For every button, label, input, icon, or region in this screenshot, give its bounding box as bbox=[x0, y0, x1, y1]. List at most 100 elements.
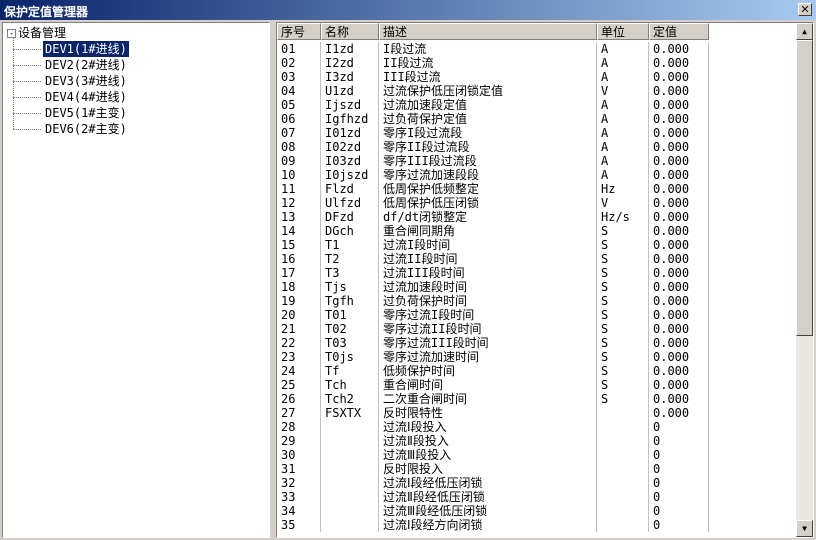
table-row[interactable]: 33 过流Ⅱ段经低压闭锁 0 bbox=[277, 490, 797, 504]
table-row[interactable]: 14 DGch 重合闸同期角 S 0.000 bbox=[277, 224, 797, 238]
tree-connector bbox=[13, 37, 14, 129]
settings-table[interactable]: ▲ ▼ 序号 名称 描述 单位 定值 01 I1zd I段过流 A 0.000 02 I2zd II段过… bbox=[276, 22, 814, 538]
table-row[interactable]: 25 Tch 重合闸时间 S 0.000 bbox=[277, 378, 797, 392]
cell-index: 16 bbox=[277, 252, 321, 266]
cell-description: 低周保护低压闭锁 bbox=[379, 196, 597, 210]
vertical-scrollbar[interactable]: ▲ ▼ bbox=[796, 23, 813, 537]
table-row[interactable]: 11 Flzd 低周保护低频整定 Hz 0.000 bbox=[277, 182, 797, 196]
cell-value: 0.000 bbox=[649, 196, 709, 210]
cell-name bbox=[321, 518, 379, 532]
title-bar[interactable]: 保护定值管理器 ✕ bbox=[0, 0, 816, 20]
scroll-thumb[interactable] bbox=[796, 40, 813, 336]
header-index[interactable]: 序号 bbox=[277, 23, 321, 40]
cell-index: 15 bbox=[277, 238, 321, 252]
table-row[interactable]: 17 T3 过流III段时间 S 0.000 bbox=[277, 266, 797, 280]
table-row[interactable]: 32 过流Ⅰ段经低压闭锁 0 bbox=[277, 476, 797, 490]
cell-unit: A bbox=[597, 112, 649, 126]
tree-item-dev5[interactable]: DEV5(1#主变) bbox=[43, 105, 129, 121]
scroll-up-icon[interactable]: ▲ bbox=[796, 23, 813, 40]
cell-unit: Hz/s bbox=[597, 210, 649, 224]
cell-description: 过流加速段定值 bbox=[379, 98, 597, 112]
cell-name: Flzd bbox=[321, 182, 379, 196]
table-row[interactable]: 31 反时限投入 0 bbox=[277, 462, 797, 476]
cell-description: 反时限投入 bbox=[379, 462, 597, 476]
cell-unit bbox=[597, 406, 649, 420]
table-row[interactable]: 30 过流Ⅲ段投入 0 bbox=[277, 448, 797, 462]
table-row[interactable]: 26 Tch2 二次重合闸时间 S 0.000 bbox=[277, 392, 797, 406]
table-row[interactable]: 10 I0jszd 零序过流加速段段 A 0.000 bbox=[277, 168, 797, 182]
tree-item-dev3[interactable]: DEV3(3#进线) bbox=[43, 73, 129, 89]
cell-name: I1zd bbox=[321, 42, 379, 56]
tree-item-dev4[interactable]: DEV4(4#进线) bbox=[43, 89, 129, 105]
header-description[interactable]: 描述 bbox=[379, 23, 597, 40]
device-tree[interactable]: - 设备管理 DEV1(1#进线) DEV2(2#进线) DEV3(3#进线) DEV4… bbox=[2, 22, 270, 538]
table-row[interactable]: 35 过流Ⅰ段经方向闭锁 0 bbox=[277, 518, 797, 532]
table-row[interactable]: 16 T2 过流II段时间 S 0.000 bbox=[277, 252, 797, 266]
cell-value: 0.000 bbox=[649, 224, 709, 238]
table-row[interactable]: 23 T0js 零序过流加速时间 S 0.000 bbox=[277, 350, 797, 364]
cell-description: 零序过流III段时间 bbox=[379, 336, 597, 350]
table-row[interactable]: 20 T01 零序过流I段时间 S 0.000 bbox=[277, 308, 797, 322]
tree-root[interactable]: - 设备管理 bbox=[7, 25, 66, 41]
table-row[interactable]: 05 Ijszd 过流加速段定值 A 0.000 bbox=[277, 98, 797, 112]
cell-index: 23 bbox=[277, 350, 321, 364]
table-row[interactable]: 29 过流Ⅱ段投入 0 bbox=[277, 434, 797, 448]
cell-description: 二次重合闸时间 bbox=[379, 392, 597, 406]
table-row[interactable]: 06 Igfhzd 过负荷保护定值 A 0.000 bbox=[277, 112, 797, 126]
table-row[interactable]: 07 I01zd 零序I段过流段 A 0.000 bbox=[277, 126, 797, 140]
table-row[interactable]: 19 Tgfh 过负荷保护时间 S 0.000 bbox=[277, 294, 797, 308]
table-row[interactable]: 01 I1zd I段过流 A 0.000 bbox=[277, 42, 797, 56]
cell-value: 0.000 bbox=[649, 294, 709, 308]
cell-description: 重合闸时间 bbox=[379, 378, 597, 392]
table-row[interactable]: 27 FSXTX 反时限特性 0.000 bbox=[277, 406, 797, 420]
tree-root-label: 设备管理 bbox=[18, 26, 67, 40]
header-name[interactable]: 名称 bbox=[321, 23, 379, 40]
cell-value: 0 bbox=[649, 420, 709, 434]
header-value[interactable]: 定值 bbox=[649, 23, 709, 40]
tree-item-dev6[interactable]: DEV6(2#主变) bbox=[43, 121, 129, 137]
table-row[interactable]: 34 过流Ⅲ段经低压闭锁 0 bbox=[277, 504, 797, 518]
cell-name: T2 bbox=[321, 252, 379, 266]
header-unit[interactable]: 单位 bbox=[597, 23, 649, 40]
collapse-icon[interactable]: - bbox=[7, 29, 16, 39]
table-row[interactable]: 09 I03zd 零序III段过流段 A 0.000 bbox=[277, 154, 797, 168]
table-row[interactable]: 13 DFzd df/dt闭锁整定 Hz/s 0.000 bbox=[277, 210, 797, 224]
cell-description: 过流Ⅱ段经低压闭锁 bbox=[379, 490, 597, 504]
cell-value: 0.000 bbox=[649, 322, 709, 336]
table-row[interactable]: 12 Ulfzd 低周保护低压闭锁 V 0.000 bbox=[277, 196, 797, 210]
tree-item-dev1[interactable]: DEV1(1#进线) bbox=[42, 40, 130, 58]
cell-value: 0.000 bbox=[649, 308, 709, 322]
cell-index: 07 bbox=[277, 126, 321, 140]
cell-name bbox=[321, 462, 379, 476]
table-row[interactable]: 18 Tjs 过流加速段时间 S 0.000 bbox=[277, 280, 797, 294]
cell-index: 24 bbox=[277, 364, 321, 378]
cell-description: 零序III段过流段 bbox=[379, 154, 597, 168]
cell-unit: V bbox=[597, 196, 649, 210]
table-row[interactable]: 22 T03 零序过流III段时间 S 0.000 bbox=[277, 336, 797, 350]
close-icon[interactable]: ✕ bbox=[798, 3, 812, 16]
scroll-down-icon[interactable]: ▼ bbox=[796, 520, 813, 537]
cell-index: 31 bbox=[277, 462, 321, 476]
table-row[interactable]: 04 U1zd 过流保护低压闭锁定值 V 0.000 bbox=[277, 84, 797, 98]
cell-value: 0.000 bbox=[649, 280, 709, 294]
cell-name: DFzd bbox=[321, 210, 379, 224]
cell-value: 0.000 bbox=[649, 98, 709, 112]
cell-description: df/dt闭锁整定 bbox=[379, 210, 597, 224]
cell-name bbox=[321, 490, 379, 504]
cell-value: 0 bbox=[649, 504, 709, 518]
cell-value: 0.000 bbox=[649, 238, 709, 252]
cell-index: 12 bbox=[277, 196, 321, 210]
table-row[interactable]: 21 T02 零序过流II段时间 S 0.000 bbox=[277, 322, 797, 336]
cell-value: 0.000 bbox=[649, 364, 709, 378]
table-row[interactable]: 28 过流Ⅰ段投入 0 bbox=[277, 420, 797, 434]
table-row[interactable]: 24 Tf 低频保护时间 S 0.000 bbox=[277, 364, 797, 378]
table-row[interactable]: 03 I3zd III段过流 A 0.000 bbox=[277, 70, 797, 84]
cell-index: 26 bbox=[277, 392, 321, 406]
table-row[interactable]: 08 I02zd 零序II段过流段 A 0.000 bbox=[277, 140, 797, 154]
table-row[interactable]: 15 T1 过流I段时间 S 0.000 bbox=[277, 238, 797, 252]
tree-item-dev2[interactable]: DEV2(2#进线) bbox=[43, 57, 129, 73]
cell-index: 05 bbox=[277, 98, 321, 112]
cell-value: 0.000 bbox=[649, 210, 709, 224]
window-title: 保护定值管理器 bbox=[4, 5, 89, 19]
table-row[interactable]: 02 I2zd II段过流 A 0.000 bbox=[277, 56, 797, 70]
